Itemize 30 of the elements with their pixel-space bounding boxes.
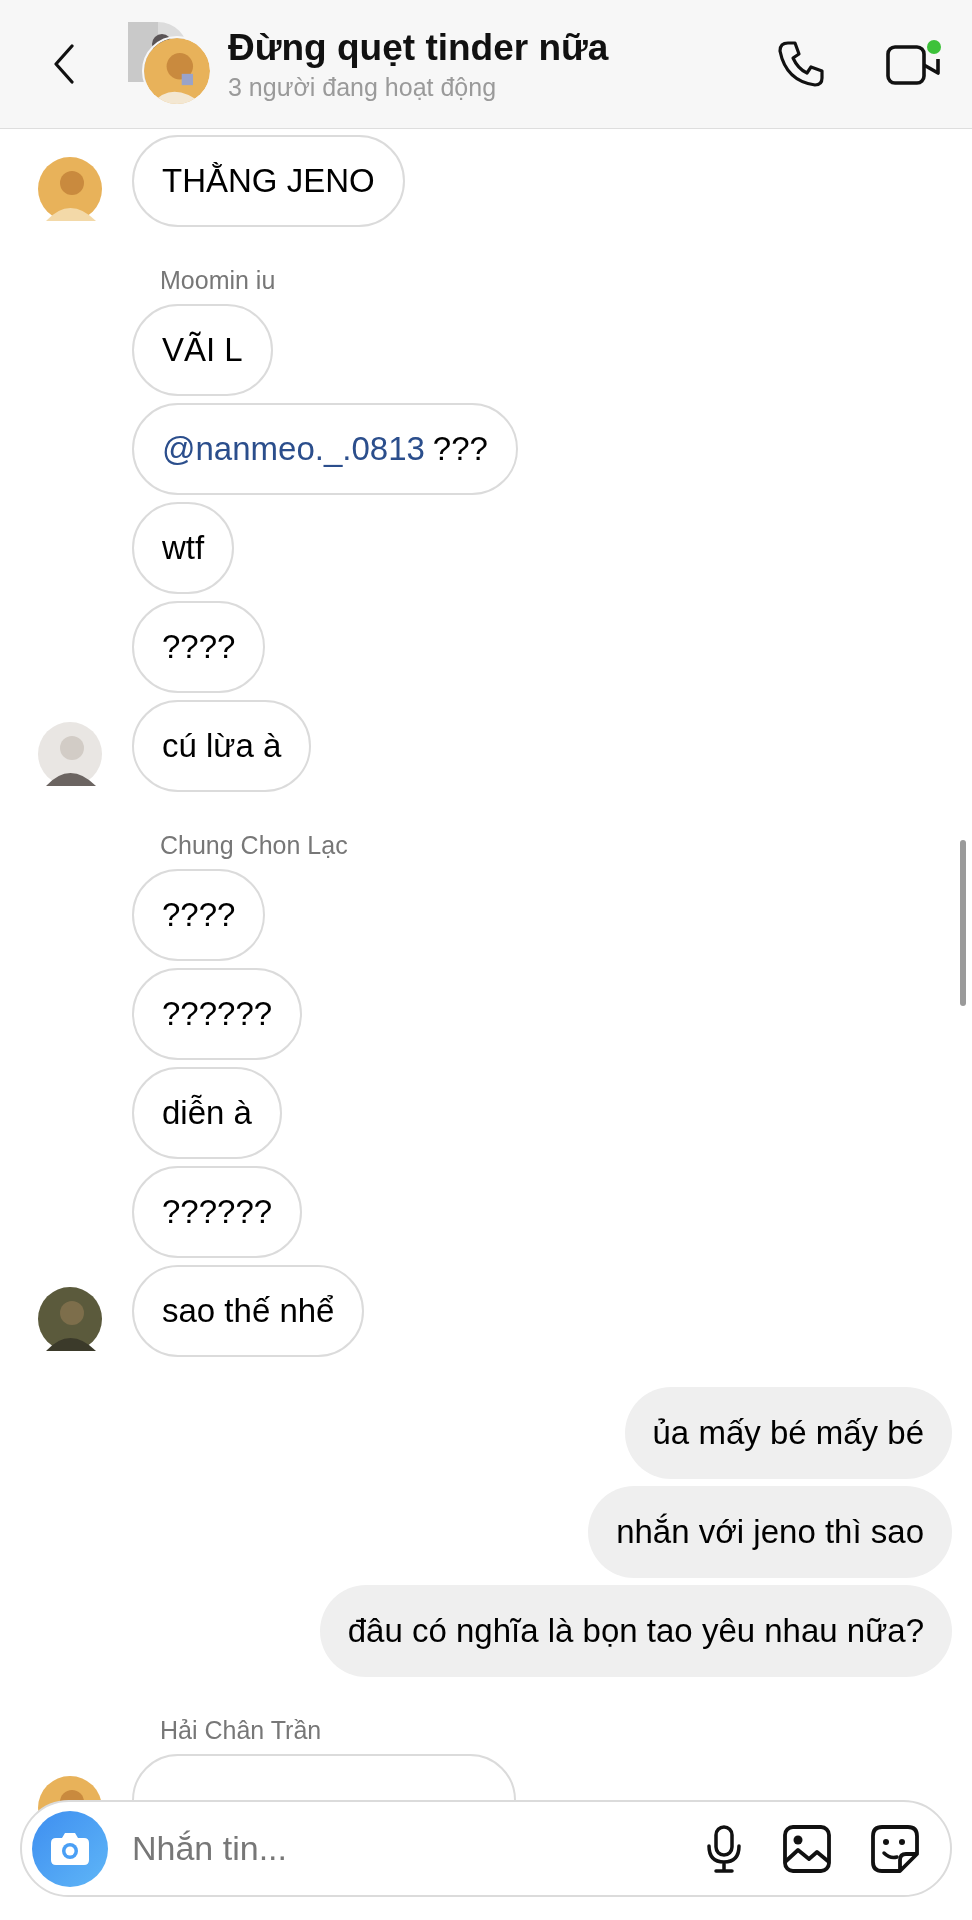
image-icon[interactable] [782, 1823, 832, 1874]
phone-icon[interactable] [776, 39, 826, 89]
back-icon[interactable] [52, 44, 76, 84]
camera-icon [50, 1831, 90, 1866]
message-text: cú lừa à [162, 727, 282, 765]
message-text: diễn à [162, 1094, 252, 1132]
mention-link[interactable]: @nanmeo._.0813 [162, 430, 425, 468]
message-text: ??? [432, 430, 488, 468]
camera-button[interactable] [32, 1810, 108, 1887]
message-text: sao thế nhể [162, 1292, 335, 1330]
message-text: ủa mấy bé mấy bé [652, 1414, 924, 1452]
sender-name: Hải Chân Trần [160, 1716, 322, 1745]
sender-name: Chung Chon Lạc [160, 831, 348, 860]
sticker-icon[interactable] [870, 1823, 920, 1874]
active-status: 3 người đang hoạt động [228, 72, 498, 102]
message-text: ?????? [162, 1193, 273, 1231]
message-composer[interactable]: Nhắn tin... [20, 1800, 952, 1897]
message-text: THẰNG JENO [162, 162, 375, 200]
message-text: ???? [162, 628, 236, 666]
message-text: đâu có nghĩa là bọn tao yêu nhau nữa? [347, 1612, 924, 1650]
message-text: ???? [162, 896, 236, 934]
message-text: nhắn với jeno thì sao [616, 1513, 924, 1551]
scrollbar[interactable] [960, 840, 966, 1006]
message-text: VÃI L [162, 331, 243, 369]
sender-name: Moomin iu [160, 266, 276, 295]
message-text: wtf [162, 529, 205, 567]
message-input[interactable]: Nhắn tin... [130, 1828, 666, 1869]
microphone-icon[interactable] [704, 1823, 744, 1874]
chat-title: Đừng quẹt tinder nữa [228, 26, 610, 69]
message-text: ?????? [162, 995, 273, 1033]
